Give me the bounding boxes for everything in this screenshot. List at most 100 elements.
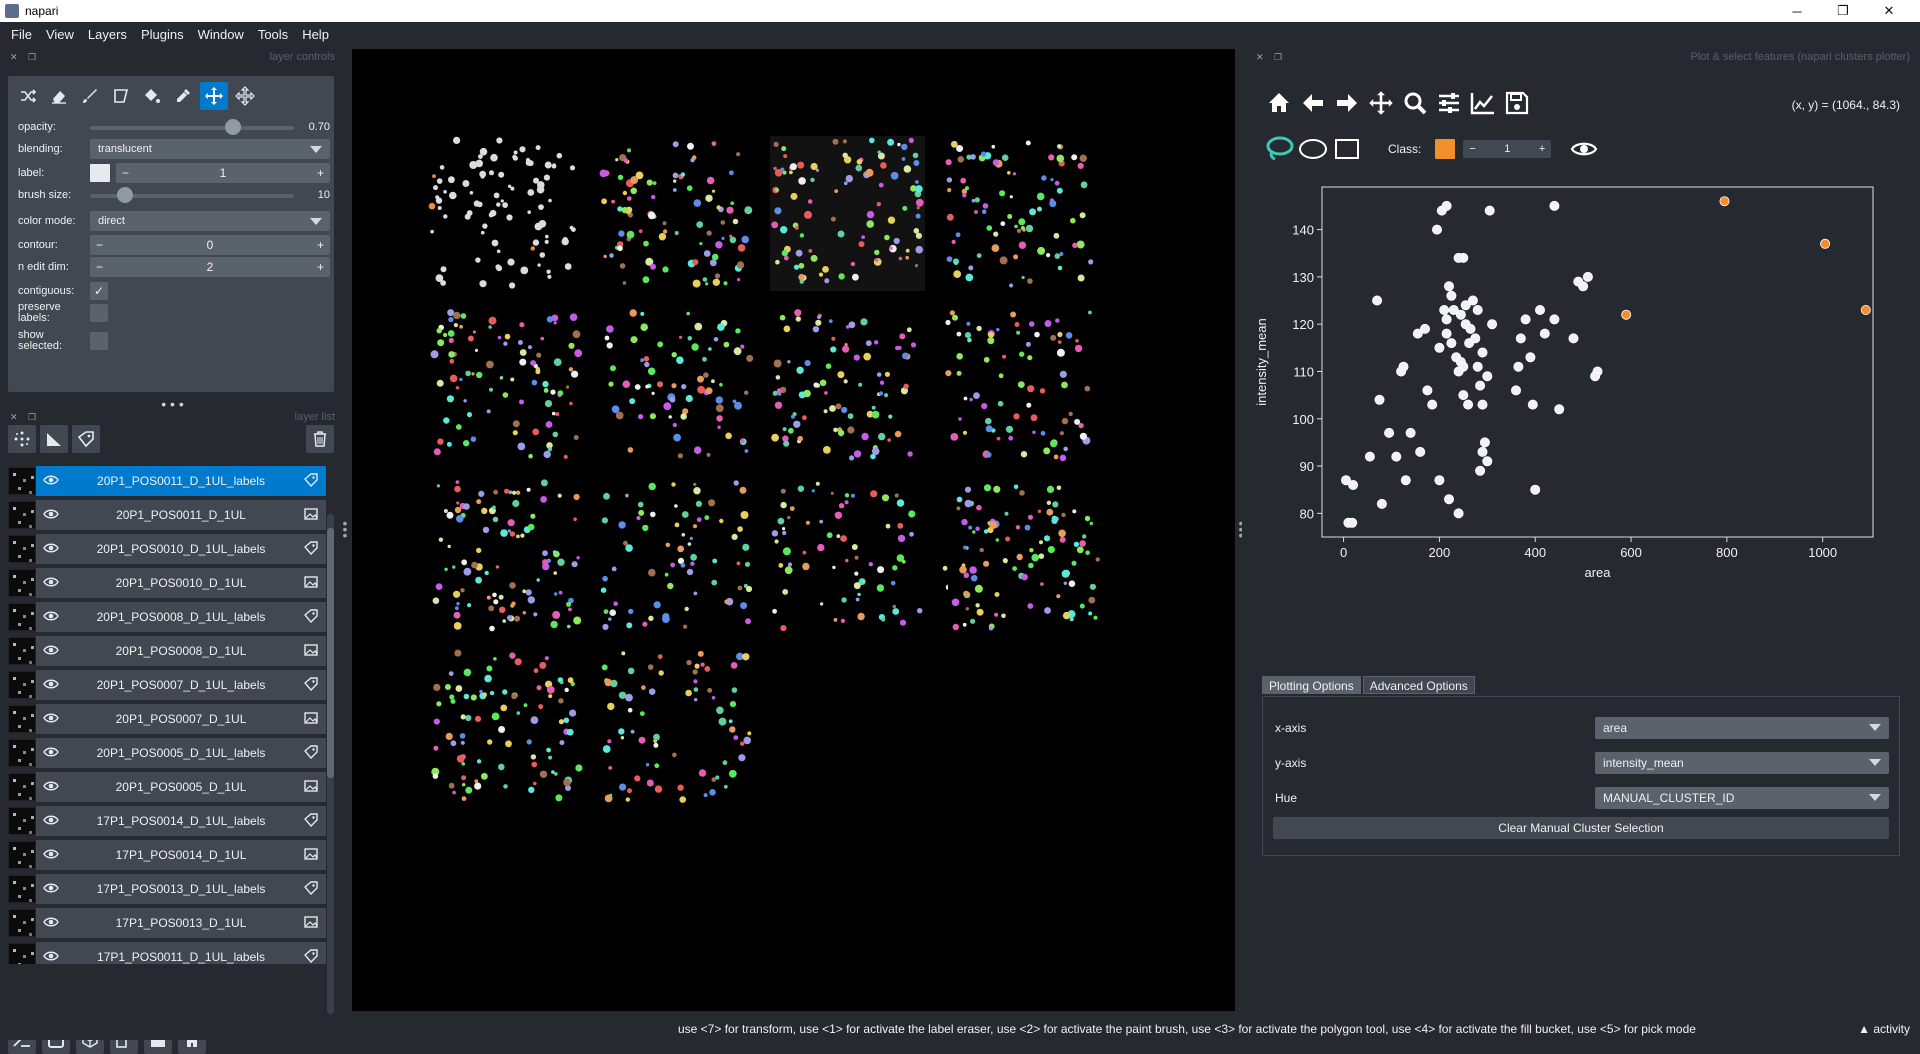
x-axis-select[interactable]: area xyxy=(1595,717,1889,739)
scatter-point[interactable] xyxy=(1484,205,1495,216)
scatter-point[interactable] xyxy=(1475,465,1486,476)
zoom-icon[interactable] xyxy=(1400,86,1430,120)
scatter-point[interactable] xyxy=(1477,446,1488,457)
scatter-point[interactable] xyxy=(1453,508,1464,519)
scatter-point[interactable] xyxy=(1525,352,1536,363)
visibility-eye-icon[interactable] xyxy=(36,814,66,829)
eraser-icon[interactable] xyxy=(45,82,73,110)
scatter-point-selected[interactable] xyxy=(1860,304,1871,315)
scatter-point[interactable] xyxy=(1554,404,1565,415)
scatter-point[interactable] xyxy=(1443,281,1454,292)
opacity-slider[interactable] xyxy=(90,116,294,138)
scatter-plot[interactable]: 0 200 400 600 800 1000 80 90 100 110 120 130 140 ar… xyxy=(1242,170,1920,650)
plus-icon[interactable]: + xyxy=(317,260,324,274)
scatter-point[interactable] xyxy=(1530,484,1541,495)
scatter-point[interactable] xyxy=(1419,323,1430,334)
scatter-point[interactable] xyxy=(1347,517,1358,528)
scatter-point[interactable] xyxy=(1472,361,1483,372)
visibility-eye-icon[interactable] xyxy=(36,848,66,863)
scatter-point[interactable] xyxy=(1477,347,1488,358)
polygon-icon[interactable] xyxy=(107,82,135,110)
scatter-point[interactable] xyxy=(1527,399,1538,410)
layer-item[interactable]: 20P1_POS0007_D_1UL xyxy=(8,702,326,736)
color-mode-select[interactable]: direct xyxy=(90,211,330,231)
scatter-point[interactable] xyxy=(1372,295,1383,306)
scatter-point[interactable] xyxy=(1479,437,1490,448)
layer-item[interactable]: 20P1_POS0010_D_1UL xyxy=(8,566,326,600)
plus-icon[interactable]: + xyxy=(317,166,324,180)
splitter-handle[interactable]: • • • xyxy=(0,397,345,411)
delete-layer-icon[interactable] xyxy=(306,425,334,453)
back-arrow-icon[interactable] xyxy=(1298,86,1328,120)
scatter-point[interactable] xyxy=(1434,475,1445,486)
scatter-point[interactable] xyxy=(1431,224,1442,235)
scatter-point[interactable] xyxy=(1441,200,1452,211)
minimize-button[interactable]: ─ xyxy=(1774,0,1820,22)
layer-item[interactable]: 17P1_POS0013_D_1UL xyxy=(8,906,326,940)
label-spinbox[interactable]: −1 + xyxy=(116,163,330,183)
layer-item[interactable]: 17P1_POS0011_D_1UL_labels xyxy=(8,940,326,964)
visibility-eye-icon[interactable] xyxy=(36,712,66,727)
close-button[interactable]: ✕ xyxy=(1866,0,1912,22)
color-picker-icon[interactable] xyxy=(169,82,197,110)
plus-icon[interactable]: + xyxy=(1539,143,1545,155)
scatter-point[interactable] xyxy=(1463,399,1474,410)
scatter-point[interactable] xyxy=(1441,314,1452,325)
preserve-labels-checkbox[interactable] xyxy=(90,304,108,322)
configure-subplots-icon[interactable] xyxy=(1434,86,1464,120)
minus-icon[interactable]: − xyxy=(96,238,103,252)
scatter-point[interactable] xyxy=(1458,390,1469,401)
dock-float-close-icons[interactable]: ✕ ❐ xyxy=(10,52,40,63)
visibility-eye-icon[interactable] xyxy=(36,882,66,897)
scatter-point[interactable] xyxy=(1549,200,1560,211)
scatter-point[interactable] xyxy=(1513,361,1524,372)
scatter-point[interactable] xyxy=(1441,328,1452,339)
clear-manual-cluster-selection-button[interactable]: Clear Manual Cluster Selection xyxy=(1273,817,1889,839)
layer-item[interactable]: 20P1_POS0005_D_1UL_labels xyxy=(8,736,326,770)
hue-select[interactable]: MANUAL_CLUSTER_ID xyxy=(1595,787,1889,809)
scatter-point[interactable] xyxy=(1510,385,1521,396)
scrollbar-thumb[interactable] xyxy=(327,528,334,778)
scatter-point[interactable] xyxy=(1453,252,1464,263)
scatter-point[interactable] xyxy=(1515,333,1526,344)
scatter-point-selected[interactable] xyxy=(1719,196,1730,207)
scatter-point[interactable] xyxy=(1396,366,1407,377)
visibility-eye-icon[interactable] xyxy=(36,542,66,557)
forward-arrow-icon[interactable] xyxy=(1332,86,1362,120)
menu-window[interactable]: Window xyxy=(191,27,251,42)
scatter-point[interactable] xyxy=(1460,300,1471,311)
left-splitter-handle[interactable]: • • • xyxy=(342,516,348,542)
menu-tools[interactable]: Tools xyxy=(251,27,295,42)
menu-view[interactable]: View xyxy=(39,27,81,42)
visibility-eye-icon[interactable] xyxy=(36,576,66,591)
scatter-point[interactable] xyxy=(1415,446,1426,457)
scatter-point[interactable] xyxy=(1391,451,1402,462)
visibility-eye-icon[interactable] xyxy=(36,916,66,931)
y-axis-select[interactable]: intensity_mean xyxy=(1595,752,1889,774)
layer-item[interactable]: 17P1_POS0013_D_1UL_labels xyxy=(8,872,326,906)
scatter-point[interactable] xyxy=(1453,366,1464,377)
scatter-point[interactable] xyxy=(1443,494,1454,505)
menu-file[interactable]: File xyxy=(4,27,39,42)
scatter-point[interactable] xyxy=(1422,385,1433,396)
activity-button[interactable]: ▲ activity xyxy=(1858,1022,1910,1036)
scatter-point[interactable] xyxy=(1582,271,1593,282)
layer-item[interactable]: 20P1_POS0005_D_1UL xyxy=(8,770,326,804)
layer-item[interactable]: 20P1_POS0007_D_1UL_labels xyxy=(8,668,326,702)
scatter-point[interactable] xyxy=(1434,342,1445,353)
visibility-eye-icon[interactable] xyxy=(36,780,66,795)
save-icon[interactable] xyxy=(1502,86,1532,120)
minus-icon[interactable]: − xyxy=(96,260,103,274)
scatter-point[interactable] xyxy=(1439,304,1450,315)
menu-plugins[interactable]: Plugins xyxy=(134,27,191,42)
visibility-eye-icon[interactable] xyxy=(36,678,66,693)
layer-item[interactable]: 20P1_POS0010_D_1UL_labels xyxy=(8,532,326,566)
shuffle-colors-icon[interactable] xyxy=(14,82,42,110)
contour-spinbox[interactable]: −0 + xyxy=(90,235,330,255)
brush-size-slider-handle[interactable] xyxy=(116,187,133,203)
scatter-point[interactable] xyxy=(1568,333,1579,344)
menu-help[interactable]: Help xyxy=(295,27,336,42)
visibility-eye-icon[interactable] xyxy=(36,746,66,761)
scatter-point[interactable] xyxy=(1374,394,1385,405)
pan-zoom-icon[interactable] xyxy=(231,82,259,110)
